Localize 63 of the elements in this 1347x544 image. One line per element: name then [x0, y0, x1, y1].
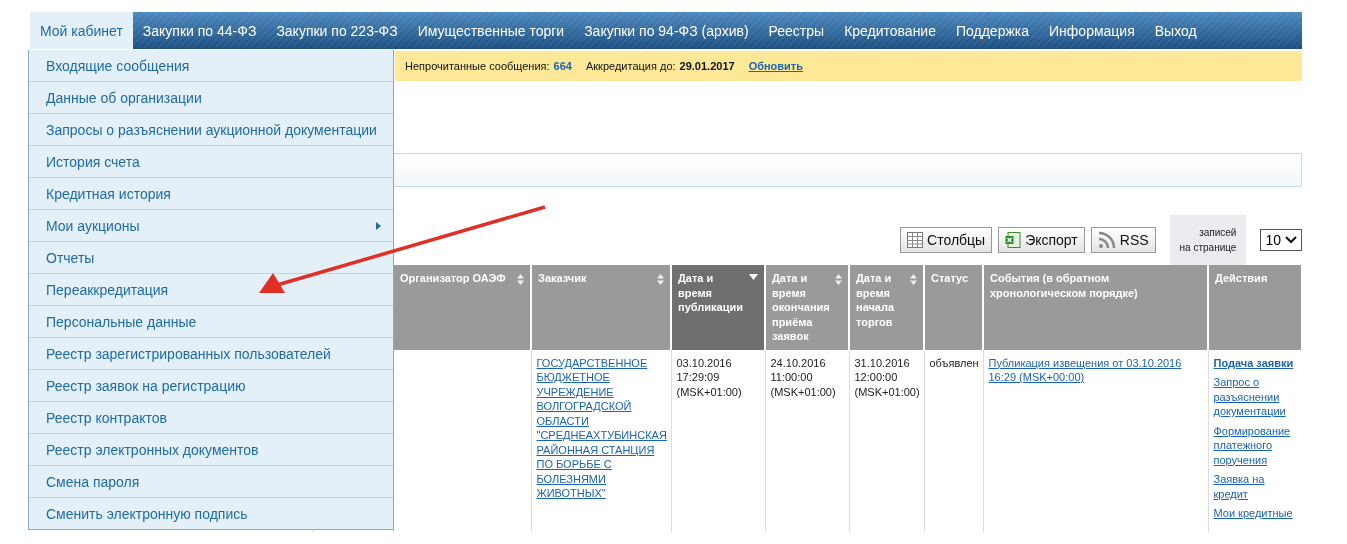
menu-item[interactable]: Кредитная история [29, 178, 393, 210]
action-link[interactable]: Подача заявки [1213, 355, 1297, 370]
nav-tab[interactable]: Закупки по 44-ФЗ [132, 12, 267, 49]
menu-item[interactable]: Реестр контрактов [29, 402, 393, 434]
menu-item[interactable]: Реестр зарегистрированных пользователей [29, 338, 393, 370]
column-header[interactable]: Дата и время окончания приёма заявок [765, 265, 849, 350]
menu-item[interactable]: Реестр электронных документов [29, 434, 393, 466]
unread-count: 664 [553, 60, 572, 72]
per-page-label: записей на странице [1169, 215, 1247, 265]
sort-icon[interactable] [835, 274, 842, 285]
accreditation-date: 29.01.2017 [679, 60, 735, 72]
menu-item[interactable]: Персональные данные [29, 306, 393, 338]
action-link[interactable]: Мои кредитные [1213, 506, 1297, 521]
action-link[interactable]: Формирование платежного поручения [1213, 423, 1297, 467]
toolbar-button[interactable]: Экспорт [998, 227, 1085, 253]
column-header[interactable]: Организатор ОАЭФ [393, 265, 531, 350]
column-header[interactable]: Действия [1208, 265, 1302, 350]
nav-tab[interactable]: Имущественные торги [407, 12, 575, 49]
spreadsheet-icon [1005, 232, 1022, 248]
table-cell: 24.10.2016 11:00:00 (MSK+01:00) [770, 356, 836, 398]
sort-icon[interactable] [910, 274, 917, 285]
menu-item[interactable]: Запросы о разъяснении аукционной документации [29, 114, 393, 146]
customer-link[interactable]: ГОСУДАРСТВЕННОЕ БЮДЖЕТНОЕ УЧРЕЖДЕНИЕ ВОЛГОГРАДСКОЙ ОБЛАСТИ "СРЕДНЕАХТУБИНСКАЯ РАЙОННАЯ СТАНЦИЯ ПО БОРЬБЕ С БОЛЕЗНЯМИ ЖИВОТНЫХ" [536, 355, 666, 501]
menu-item[interactable]: Реестр заявок на регистрацию [29, 370, 393, 402]
column-header[interactable]: Статус [924, 265, 983, 350]
event-link[interactable]: Публикация извещения от 03.10.2016 16:29 (MSK+00:00) [988, 355, 1203, 385]
status-text: объявлен [929, 356, 979, 369]
nav-tab[interactable]: Закупки по 94-ФЗ (архив) [574, 12, 759, 49]
nav-tab[interactable]: Поддержка [946, 12, 1040, 49]
per-page-select[interactable]: 10 [1260, 229, 1302, 251]
table-icon [907, 232, 924, 248]
refresh-link[interactable]: Обновить [748, 60, 803, 72]
sort-icon[interactable] [657, 274, 664, 285]
nav-tab[interactable]: Выход [1144, 12, 1207, 49]
submenu-arrow-icon [376, 221, 381, 230]
caret-icon [1285, 236, 1297, 244]
menu-item[interactable]: Мои аукционы [29, 210, 393, 242]
sort-descending-icon[interactable] [749, 274, 758, 280]
nav-tab[interactable]: Мой кабинет [30, 12, 133, 49]
column-header[interactable]: Дата и время начала торгов [849, 265, 924, 350]
rss-icon [1097, 231, 1116, 249]
toolbar-button[interactable]: Столбцы [900, 227, 993, 253]
column-header[interactable]: Заказчик [531, 265, 671, 350]
toolbar-button[interactable]: RSS [1090, 227, 1156, 253]
menu-item[interactable]: Отчеты [29, 242, 393, 274]
action-link[interactable]: Заявка на кредит [1213, 472, 1297, 501]
info-label: Аккредитация до: [585, 60, 676, 72]
menu-item[interactable]: Сменить электронную подпись [29, 498, 393, 529]
menu-item[interactable]: История счета [29, 146, 393, 178]
nav-tab[interactable]: Закупки по 223-ФЗ [266, 12, 408, 49]
nav-tab[interactable]: Кредитование [834, 12, 946, 49]
nav-tab[interactable]: Реестры [758, 12, 835, 49]
info-label: Непрочитанные сообщения: [405, 60, 550, 72]
menu-item[interactable]: Входящие сообщения [29, 50, 393, 82]
action-link[interactable]: Запрос о разъяснении документации [1213, 375, 1297, 419]
menu-item[interactable]: Смена пароля [29, 466, 393, 498]
sort-icon[interactable] [517, 274, 524, 285]
nav-tab[interactable]: Информация [1039, 12, 1145, 49]
table-cell: 31.10.2016 12:00:00 (MSK+01:00) [854, 356, 920, 398]
table-cell: 03.10.2016 17:29:09 (MSK+01:00) [676, 356, 742, 398]
column-header[interactable]: Дата и время публикации [671, 265, 765, 350]
menu-item[interactable]: Данные об организации [29, 82, 393, 114]
column-header[interactable]: События (в обратном хронологическом порядке) [983, 265, 1208, 350]
